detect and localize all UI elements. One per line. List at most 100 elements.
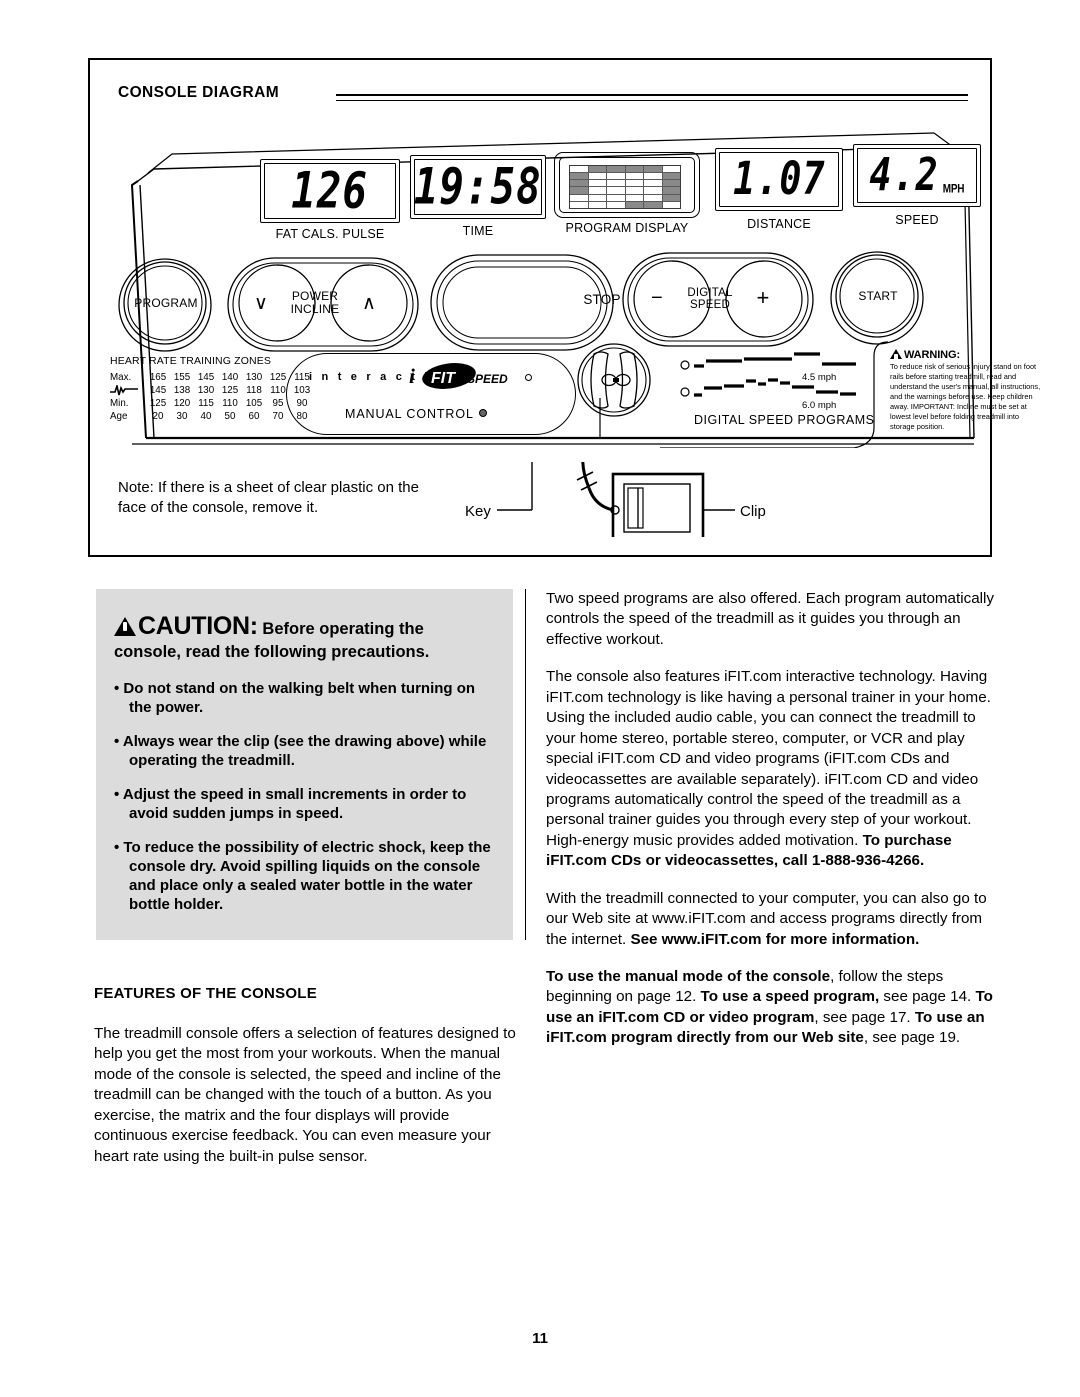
console-diagram-title: CONSOLE DIAGRAM xyxy=(118,84,279,101)
hr-cell: 145 xyxy=(149,385,167,397)
warning-body: To reduce risk of serious injury, stand … xyxy=(890,362,1041,432)
right-p4-text-3: , see page 17. xyxy=(814,1008,915,1026)
matrix-cell xyxy=(570,180,588,187)
distance-label: DISTANCE xyxy=(747,217,811,231)
matrix-cell xyxy=(588,201,606,208)
time-value: 19:58 xyxy=(414,158,542,216)
matrix-cell xyxy=(662,166,680,173)
caution-word: CAUTION xyxy=(138,612,250,640)
heart-rate-training-zones: HEART RATE TRAINING ZONES Max. 165 155 145 1… xyxy=(110,355,314,423)
hr-cell: 138 xyxy=(173,385,191,397)
right-p3-bold: See www.iFIT.com for more information. xyxy=(630,930,920,948)
matrix-cell xyxy=(644,180,662,187)
ifit-indicator-led xyxy=(525,374,532,381)
key-label: Key xyxy=(465,503,491,520)
hr-cell: 130 xyxy=(245,372,263,383)
right-paragraph-1: Two speed programs are also offered. Eac… xyxy=(546,590,994,648)
title-rule-upper xyxy=(336,94,968,96)
matrix-cell xyxy=(588,173,606,180)
program-matrix xyxy=(569,165,681,209)
hr-cell: 105 xyxy=(245,398,263,410)
matrix-cell xyxy=(607,187,625,194)
matrix-cell xyxy=(588,187,606,194)
matrix-cell xyxy=(644,173,662,180)
hr-cell: 125 xyxy=(149,398,167,410)
incline-down-icon[interactable]: ∨ xyxy=(250,292,272,315)
stop-button-label[interactable]: STOP xyxy=(562,292,642,307)
speed-programs-outline xyxy=(660,341,889,448)
matrix-cell xyxy=(662,194,680,201)
matrix-cell xyxy=(588,194,606,201)
hr-cell: 125 xyxy=(221,385,239,397)
matrix-cell xyxy=(607,166,625,173)
console-diagram-panel: CONSOLE DIAGRAM 126 FAT CALS. PULSE 19:5… xyxy=(88,58,1040,557)
incline-up-icon[interactable]: ∧ xyxy=(358,292,380,315)
warning-heading: WARNING: xyxy=(904,349,961,361)
hr-cell: 130 xyxy=(197,385,215,397)
hr-cell: 115 xyxy=(198,398,214,410)
start-button-label[interactable]: START xyxy=(842,289,914,303)
page-number: 11 xyxy=(532,1330,548,1347)
right-paragraph-2: The console also features iFIT.com inter… xyxy=(546,667,996,871)
speed-value: 4.2 xyxy=(868,149,939,201)
column-divider xyxy=(525,589,526,940)
table-row: Min. 125 120 115 110 105 95 90 xyxy=(110,397,314,410)
hr-cell: 70 xyxy=(272,411,284,423)
hr-row-label: Max. xyxy=(110,372,132,383)
manual-control-led xyxy=(479,409,487,417)
power-incline-line2: INCLINE xyxy=(290,301,340,316)
ifit-logo-icon: i FIT SPEED xyxy=(409,363,508,389)
table-row: 145 138 130 125 118 110 103 xyxy=(110,384,314,397)
matrix-cell xyxy=(607,180,625,187)
fat-cals-pulse-label: FAT CALS. PULSE xyxy=(275,227,385,241)
hr-cell: 155 xyxy=(173,372,191,383)
matrix-cell xyxy=(607,201,625,208)
matrix-cell xyxy=(607,194,625,201)
hr-cell: 20 xyxy=(152,411,164,423)
power-incline-line1: POWER xyxy=(291,289,339,303)
hr-cell: 40 xyxy=(200,411,212,423)
right-p4-bold-1: To use the manual mode of the console xyxy=(546,968,831,985)
pulley-fan-graphic xyxy=(577,343,651,438)
right-p4-text-4: , see page 19. xyxy=(863,1029,961,1047)
caution-item: Do not stand on the walking belt when tu… xyxy=(114,679,493,717)
matrix-cell xyxy=(625,194,643,201)
table-row: Age 20 30 40 50 60 70 80 xyxy=(110,410,314,423)
right-p4-bold-2: To use a speed program, xyxy=(700,988,880,1006)
matrix-cell xyxy=(625,180,643,187)
digital-speed-line2: SPEED xyxy=(690,299,730,312)
speed-display: 4.2 MPH xyxy=(853,144,981,207)
hr-cell: 50 xyxy=(224,411,236,423)
caution-item: To reduce the possibility of electric sh… xyxy=(114,838,493,914)
speed-unit-label: MPH xyxy=(942,183,965,196)
speed-plus-icon[interactable]: + xyxy=(752,285,774,311)
matrix-cell xyxy=(662,180,680,187)
program-button-label[interactable]: PROGRAM xyxy=(130,296,202,310)
hr-cell: 165 xyxy=(149,372,167,383)
matrix-cell xyxy=(570,201,588,208)
matrix-cell xyxy=(662,201,680,208)
ifit-interactive-panel: i n t e r a c t i v e i FIT SPEED MANUAL… xyxy=(286,353,576,435)
svg-text:i: i xyxy=(409,364,415,388)
matrix-cell xyxy=(625,173,643,180)
matrix-cell xyxy=(644,194,662,201)
distance-value: 1.07 xyxy=(732,153,826,205)
right-column: Two speed programs are also offered. Eac… xyxy=(546,589,996,1066)
matrix-cell xyxy=(588,166,606,173)
hr-cell: 125 xyxy=(269,372,287,383)
matrix-cell xyxy=(607,173,625,180)
right-p4-text-2: see page 14. xyxy=(879,988,976,1006)
program-display xyxy=(554,152,700,218)
svg-text:FIT: FIT xyxy=(431,370,456,387)
caution-item: Always wear the clip (see the drawing ab… xyxy=(114,732,493,770)
hr-cell: 140 xyxy=(221,372,239,383)
matrix-cell xyxy=(625,187,643,194)
caution-triangle-icon xyxy=(114,617,136,636)
right-paragraph-4: To use the manual mode of the console, f… xyxy=(546,967,996,1049)
matrix-cell xyxy=(570,187,588,194)
hr-cell: 110 xyxy=(222,398,238,410)
hr-row-label: Min. xyxy=(110,398,129,410)
matrix-cell xyxy=(644,187,662,194)
speed-minus-icon[interactable]: − xyxy=(646,287,668,310)
hr-cell: 30 xyxy=(176,411,188,423)
